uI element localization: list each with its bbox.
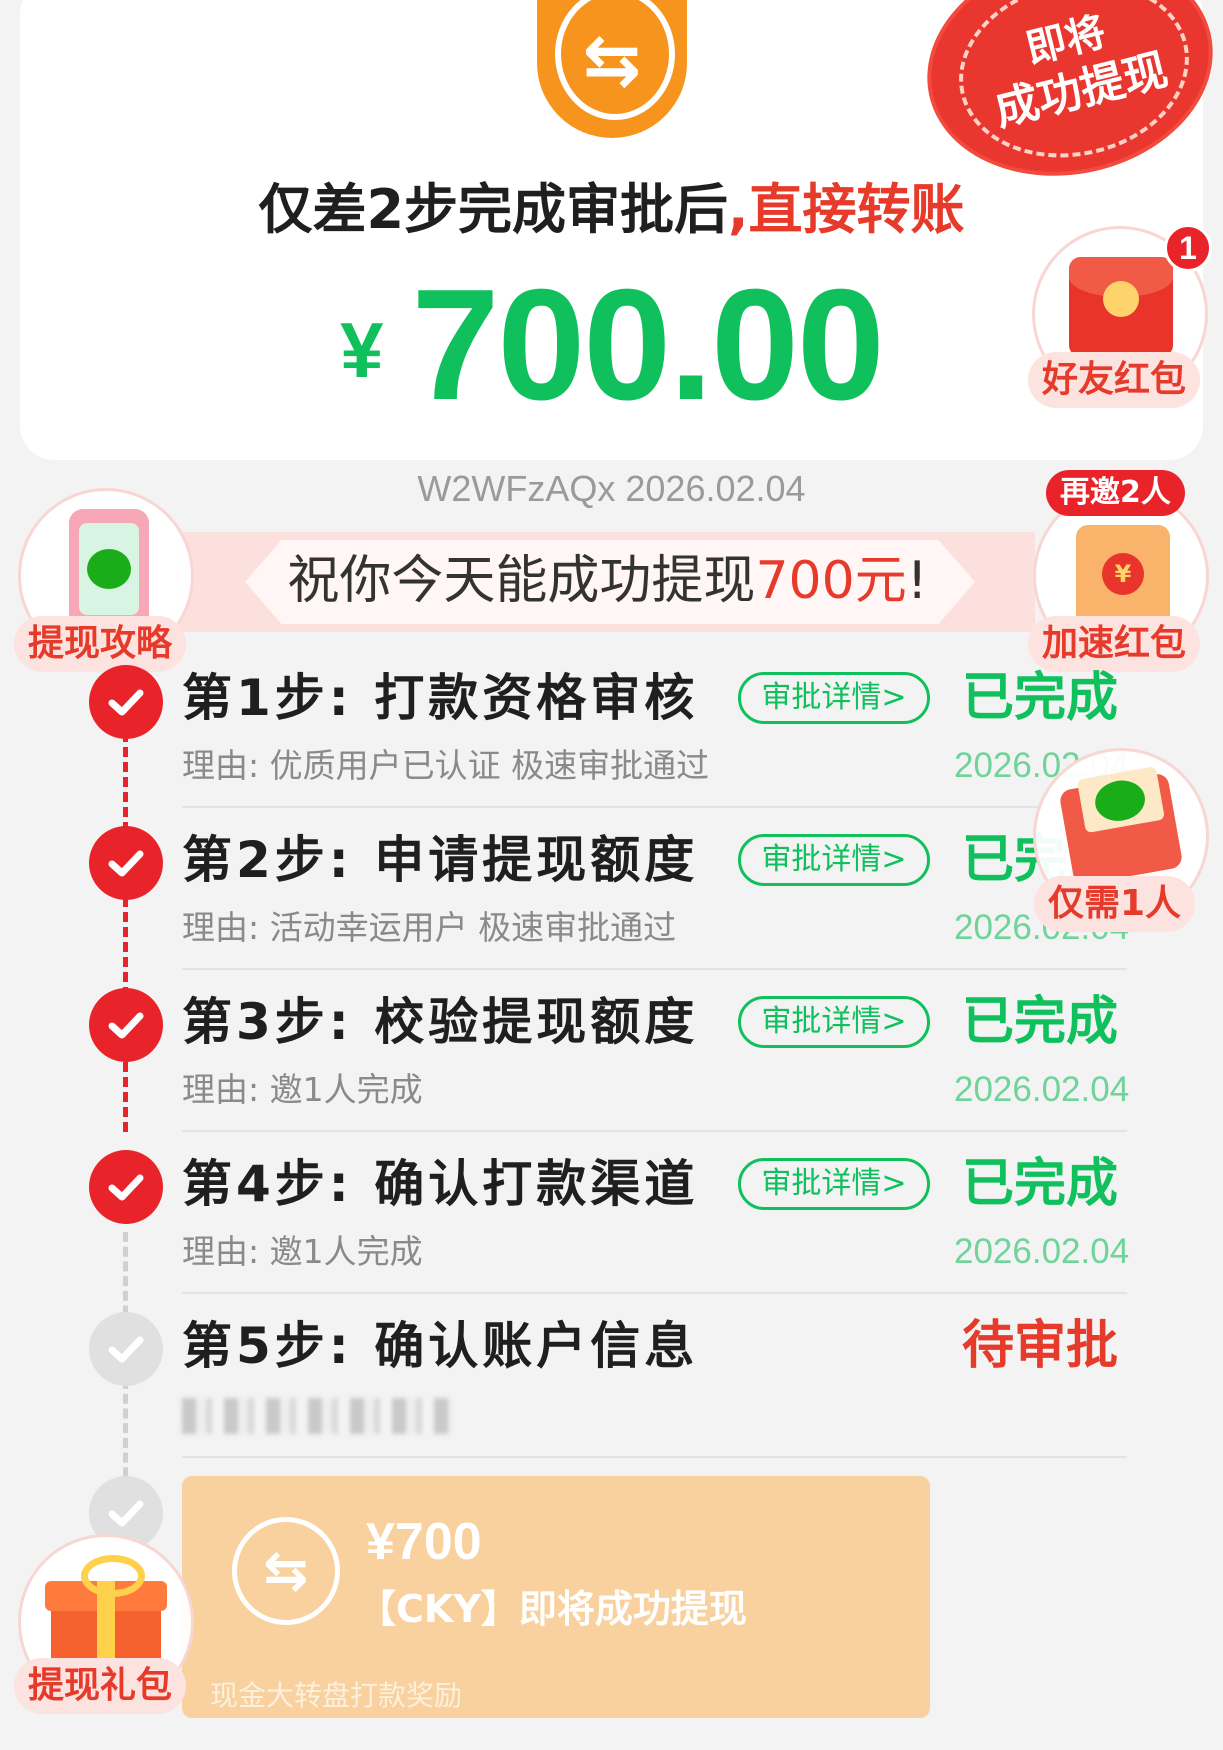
friend-red-packet-label[interactable]: 好友红包	[1028, 352, 1201, 408]
red-packet-icon	[1058, 766, 1184, 886]
step-check-icon	[89, 1150, 163, 1224]
step-1-title: 第1步: 打款资格审核	[182, 669, 699, 727]
step-2-detail-button[interactable]: 审批详情>	[738, 834, 930, 886]
redacted-account-info	[182, 1398, 452, 1434]
step-check-icon	[89, 826, 163, 900]
step-1-detail-button[interactable]: 审批详情>	[738, 672, 930, 724]
divider	[182, 1130, 1127, 1132]
step-3-detail-button[interactable]: 审批详情>	[738, 996, 930, 1048]
step-check-icon	[89, 988, 163, 1062]
step-5-status: 待审批	[962, 1316, 1119, 1376]
step-check-icon	[89, 665, 163, 739]
step-3-title: 第3步: 校验提现额度	[182, 993, 699, 1051]
amount-value: 700.00	[411, 257, 885, 433]
payout-amount: ¥700	[366, 1513, 482, 1571]
timeline-line-done	[123, 732, 128, 1132]
notification-badge: 1	[1164, 224, 1212, 272]
step-1-status: 已完成	[962, 668, 1119, 728]
only-one-person-label[interactable]: 仅需1人	[1034, 876, 1196, 932]
success-stamp: 即将 成功提现	[911, 0, 1223, 197]
step-3-reason: 理由: 邀1人完成	[182, 1070, 423, 1109]
headline: 仅差2步完成审批后,直接转账	[258, 178, 965, 241]
transfer-icon: ⇆	[232, 1517, 340, 1625]
step-3-date: 2026.02.04	[954, 1070, 1130, 1109]
divider	[182, 806, 1127, 808]
divider	[182, 1292, 1127, 1294]
phone-icon	[69, 509, 149, 629]
step-2-reason: 理由: 活动幸运用户 极速审批通过	[182, 908, 677, 947]
speed-red-packet-label[interactable]: 加速红包	[1028, 616, 1201, 672]
divider	[182, 968, 1127, 970]
withdraw-guide-label[interactable]: 提现攻略	[14, 616, 187, 672]
payout-description: 【CKY】即将成功提现	[358, 1587, 747, 1631]
step-1-reason: 理由: 优质用户已认证 极速审批通过	[182, 746, 710, 785]
step-4-detail-button[interactable]: 审批详情>	[738, 1158, 930, 1210]
step-2-title: 第2步: 申请提现额度	[182, 831, 699, 889]
currency-symbol: ¥	[340, 306, 384, 394]
step-4-status: 已完成	[962, 1154, 1119, 1214]
step-3-status: 已完成	[962, 992, 1119, 1052]
step-4-title: 第4步: 确认打款渠道	[182, 1155, 699, 1213]
headline-prefix: 仅差2步完成审批后	[258, 178, 729, 241]
withdraw-gift-label[interactable]: 提现礼包	[14, 1658, 187, 1714]
order-code: W2WFzAQx 2026.02.04	[417, 468, 806, 509]
step-check-icon	[89, 1312, 163, 1386]
payout-footer: 现金大转盘打款奖励	[210, 1679, 463, 1712]
wish-text: 祝你今天能成功提现700元!	[287, 551, 928, 611]
invite-more-pill[interactable]: 再邀2人	[1046, 470, 1185, 516]
divider	[182, 1456, 1127, 1458]
red-packet-icon	[1069, 257, 1173, 357]
step-5-title: 第5步: 确认账户信息	[182, 1317, 699, 1375]
step-4-date: 2026.02.04	[954, 1232, 1130, 1271]
headline-highlight: 直接转账	[748, 178, 965, 241]
step-4-reason: 理由: 邀1人完成	[182, 1232, 423, 1271]
red-packet-icon: ¥	[1076, 525, 1170, 629]
